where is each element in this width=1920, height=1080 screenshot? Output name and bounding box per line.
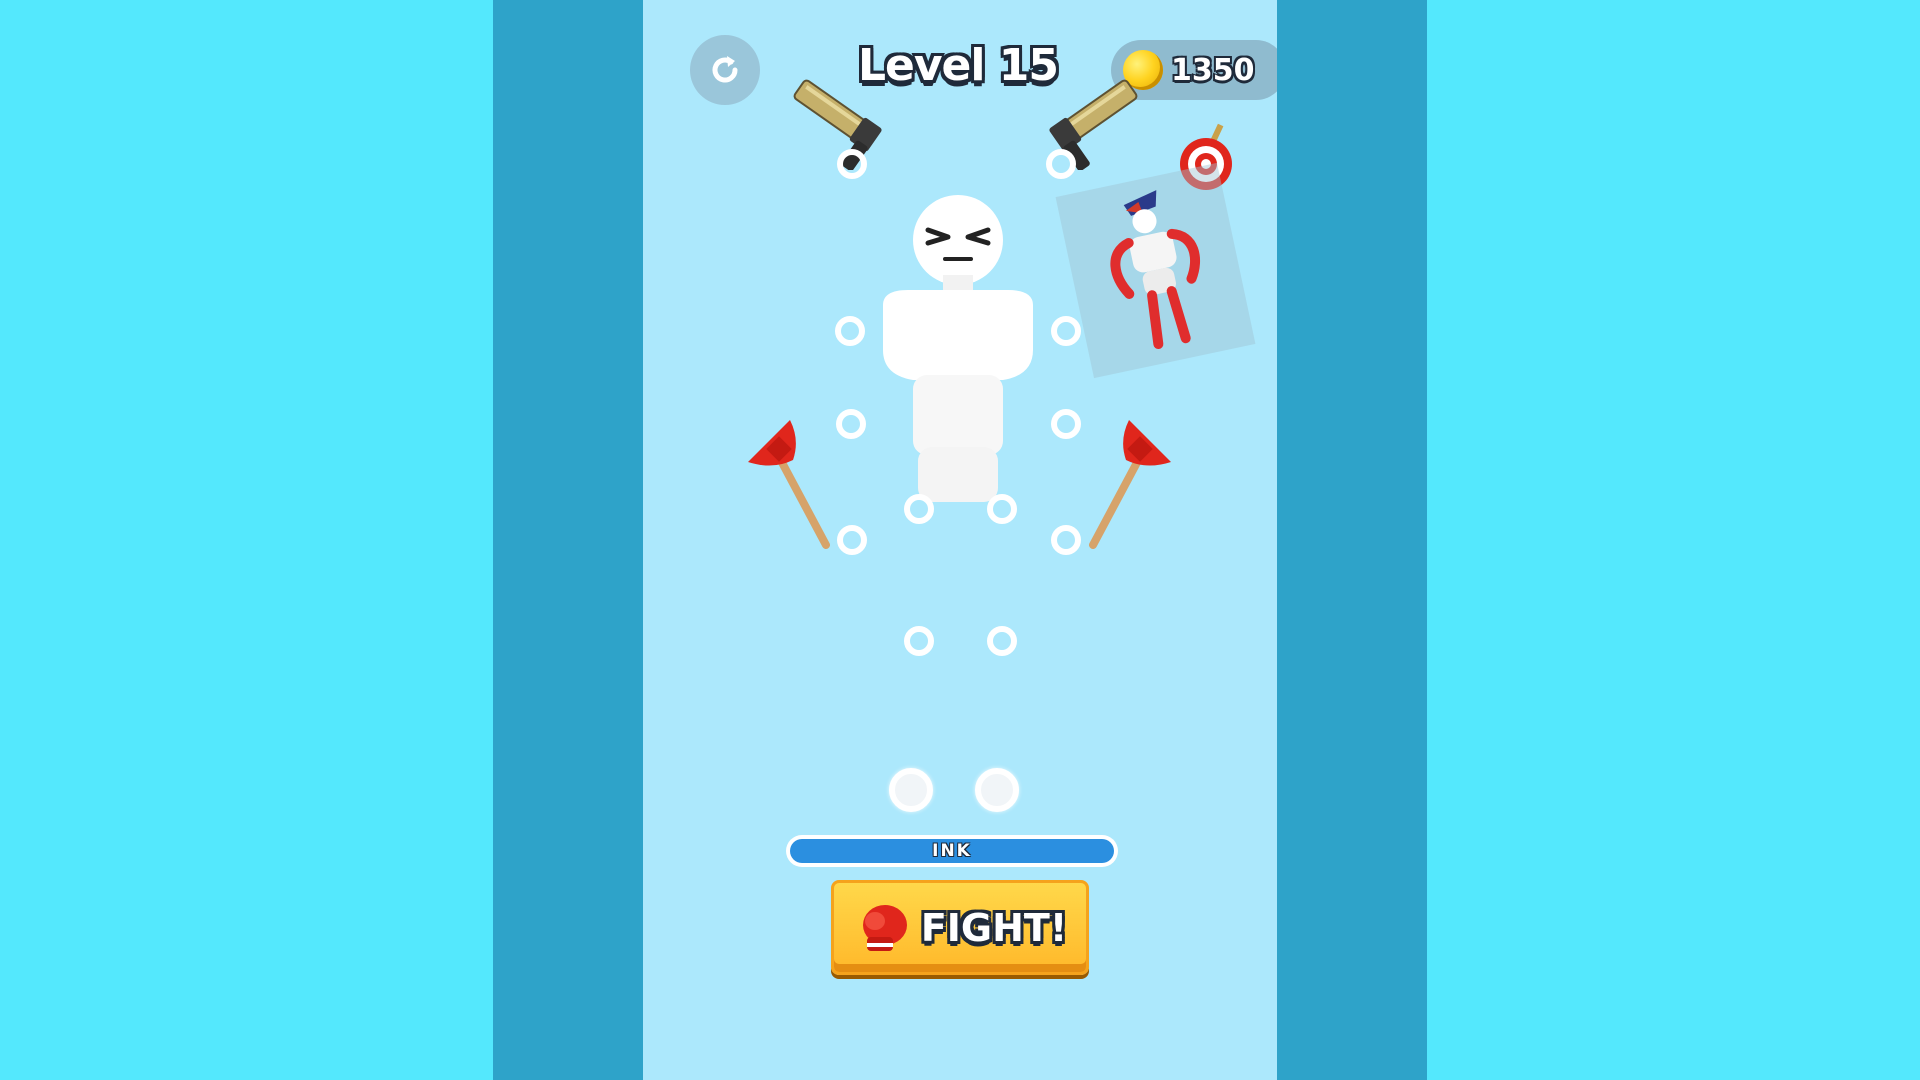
- restart-button[interactable]: [690, 35, 760, 105]
- anchor-point-gun-right[interactable]: [1046, 149, 1076, 179]
- anchor-point-knee-left[interactable]: [904, 626, 934, 656]
- boxing-glove-icon: [862, 904, 907, 951]
- anchor-point-shoulder-right[interactable]: [1051, 316, 1081, 346]
- anchor-point-hip-left[interactable]: [904, 494, 934, 524]
- ink-meter: INK: [786, 835, 1118, 867]
- anchor-point-shoulder-left[interactable]: [835, 316, 865, 346]
- plunger-right-icon: [1089, 420, 1171, 549]
- left-side-bar: [493, 0, 643, 1080]
- anchor-point-knee-right[interactable]: [987, 626, 1017, 656]
- right-side-bar: [1277, 0, 1427, 1080]
- player-figure: [883, 195, 1033, 502]
- restart-icon: [712, 56, 738, 83]
- anchor-point-hip-right[interactable]: [987, 494, 1017, 524]
- anchor-point-plunger-right[interactable]: [1051, 525, 1081, 555]
- anchor-point-elbow-right[interactable]: [1051, 409, 1081, 439]
- anchor-point-foot-right[interactable]: [975, 768, 1019, 812]
- anchor-point-foot-left[interactable]: [889, 768, 933, 812]
- fight-button[interactable]: FIGHT!: [831, 880, 1089, 975]
- anchor-point-gun-left[interactable]: [837, 149, 867, 179]
- fight-label: FIGHT!: [920, 905, 1068, 950]
- anchor-point-plunger-left[interactable]: [837, 525, 867, 555]
- gun-left-icon: [793, 79, 882, 170]
- coin-count: 1350: [1171, 52, 1255, 88]
- anchor-point-elbow-left[interactable]: [836, 409, 866, 439]
- ink-meter-fill: INK: [790, 839, 1114, 863]
- plunger-left-icon: [748, 420, 830, 549]
- game-screen: Level 15 1350 INK FIGHT!: [643, 0, 1277, 1080]
- ink-label: INK: [932, 841, 972, 861]
